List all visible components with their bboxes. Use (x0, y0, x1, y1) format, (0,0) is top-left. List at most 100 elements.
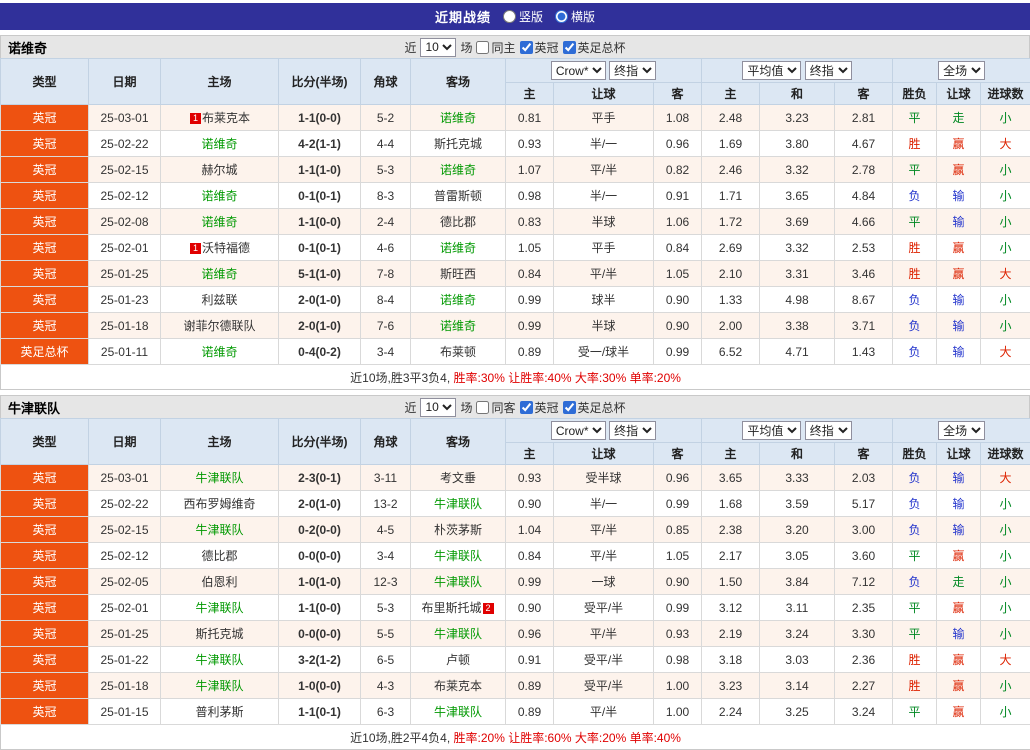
team-name-link[interactable]: 牛津联队 (434, 627, 482, 641)
team-name-link[interactable]: 诺维奇 (201, 215, 237, 229)
summary-stats: 胜率:30% 让胜率:40% 大率:30% 单率:20% (450, 371, 681, 385)
avg-draw: 3.69 (760, 209, 835, 235)
match-row: 英冠25-01-18牛津联队1-0(0-0)4-3布莱克本0.89受平/半1.0… (1, 673, 1030, 699)
team-name-link[interactable]: 朴茨茅斯 (434, 523, 482, 537)
score-link[interactable]: 1-1(0-0) (279, 209, 361, 235)
score-link[interactable]: 2-3(0-1) (279, 465, 361, 491)
match-row: 英冠25-01-25斯托克城0-0(0-0)5-5牛津联队0.96平/半0.93… (1, 621, 1030, 647)
team-name-link[interactable]: 考文垂 (440, 471, 476, 485)
filter-fa-cup[interactable]: 英足总杯 (563, 39, 626, 56)
team-name-link[interactable]: 诺维奇 (440, 163, 476, 177)
team-name-link[interactable]: 诺维奇 (440, 111, 476, 125)
odds-stage-select[interactable]: 终指 (609, 421, 656, 440)
score-link[interactable]: 1-0(0-0) (279, 673, 361, 699)
score-link[interactable]: 1-0(1-0) (279, 569, 361, 595)
score-link[interactable]: 0-1(0-1) (279, 183, 361, 209)
same-home-checkbox[interactable] (476, 41, 489, 54)
recent-count-select[interactable]: 10 (420, 398, 456, 417)
team-name-link[interactable]: 牛津联队 (434, 497, 482, 511)
filter-same-home[interactable]: 同主 (476, 39, 515, 56)
avg-stage-select[interactable]: 终指 (805, 421, 852, 440)
layout-option-horizontal[interactable]: 横版 (555, 8, 595, 25)
league-badge: 英冠 (1, 621, 89, 647)
score-link[interactable]: 0-4(0-2) (279, 339, 361, 365)
team-name-link[interactable]: 利兹联 (201, 293, 237, 307)
vertical-layout-radio[interactable] (503, 10, 516, 23)
bookmaker-select[interactable]: Crow* (551, 421, 606, 440)
team-name-link[interactable]: 诺维奇 (201, 189, 237, 203)
team-name-link[interactable]: 布莱克本 (202, 111, 250, 125)
odds-stage-select[interactable]: 终指 (609, 61, 656, 80)
filter-championship[interactable]: 英冠 (520, 399, 559, 416)
filter-same-away[interactable]: 同客 (476, 399, 515, 416)
layout-option-vertical[interactable]: 竖版 (503, 8, 543, 25)
bookmaker-select[interactable]: Crow* (551, 61, 606, 80)
match-date: 25-02-22 (89, 491, 161, 517)
team-name-link[interactable]: 普利茅斯 (195, 705, 243, 719)
fa-cup-checkbox[interactable] (563, 41, 576, 54)
team-name-link[interactable]: 德比郡 (201, 549, 237, 563)
team-name-link[interactable]: 诺维奇 (440, 293, 476, 307)
team-name-link[interactable]: 斯旺西 (440, 267, 476, 281)
team-name-link[interactable]: 西布罗姆维奇 (183, 497, 255, 511)
summary-record: 近10场,胜3平3负4, (350, 371, 450, 385)
team-name-link[interactable]: 卢顿 (446, 653, 470, 667)
match-rows: 英冠25-03-011布莱克本1-1(0-0)5-2诺维奇0.81平手1.082… (1, 105, 1030, 365)
score-link[interactable]: 1-1(1-0) (279, 157, 361, 183)
championship-checkbox[interactable] (520, 41, 533, 54)
team-name-link[interactable]: 诺维奇 (201, 267, 237, 281)
score-link[interactable]: 2-0(1-0) (279, 287, 361, 313)
score-link[interactable]: 0-0(0-0) (279, 621, 361, 647)
horizontal-layout-radio[interactable] (555, 10, 568, 23)
team-name-link[interactable]: 诺维奇 (440, 241, 476, 255)
score-link[interactable]: 1-1(0-0) (279, 105, 361, 131)
team-name-link[interactable]: 牛津联队 (195, 523, 243, 537)
team-name-link[interactable]: 布莱克本 (434, 679, 482, 693)
team-name-link[interactable]: 伯恩利 (201, 575, 237, 589)
team-name-link[interactable]: 牛津联队 (195, 653, 243, 667)
scope-select[interactable]: 全场 (938, 421, 985, 440)
score-link[interactable]: 2-0(1-0) (279, 491, 361, 517)
score-link[interactable]: 4-2(1-1) (279, 131, 361, 157)
score-link[interactable]: 0-1(0-1) (279, 235, 361, 261)
team-name-link[interactable]: 诺维奇 (201, 345, 237, 359)
team-name-link[interactable]: 诺维奇 (201, 137, 237, 151)
score-link[interactable]: 5-1(1-0) (279, 261, 361, 287)
score-link[interactable]: 0-0(0-0) (279, 543, 361, 569)
team-name-link[interactable]: 沃特福德 (202, 241, 250, 255)
score-link[interactable]: 3-2(1-2) (279, 647, 361, 673)
score-link[interactable]: 2-0(1-0) (279, 313, 361, 339)
team-name-link[interactable]: 斯托克城 (195, 627, 243, 641)
fa-cup-checkbox[interactable] (563, 401, 576, 414)
team-name-link[interactable]: 谢菲尔德联队 (183, 319, 255, 333)
team-name-link[interactable]: 牛津联队 (434, 549, 482, 563)
team-name-link[interactable]: 普雷斯顿 (434, 189, 482, 203)
team-name-link[interactable]: 德比郡 (440, 215, 476, 229)
filter-fa-cup[interactable]: 英足总杯 (563, 399, 626, 416)
odds-home: 0.90 (506, 595, 554, 621)
score-link[interactable]: 1-1(0-1) (279, 699, 361, 725)
average-select[interactable]: 平均值 (742, 61, 801, 80)
team-name-link[interactable]: 赫尔城 (201, 163, 237, 177)
avg-stage-select[interactable]: 终指 (805, 61, 852, 80)
same-away-checkbox[interactable] (476, 401, 489, 414)
score-link[interactable]: 1-1(0-0) (279, 595, 361, 621)
team-name-link[interactable]: 布里斯托城 (421, 601, 481, 615)
team-name-link[interactable]: 布莱顿 (440, 345, 476, 359)
championship-checkbox[interactable] (520, 401, 533, 414)
team-name-link[interactable]: 牛津联队 (195, 471, 243, 485)
team-name-link[interactable]: 牛津联队 (434, 575, 482, 589)
recent-count-select[interactable]: 10 (420, 38, 456, 57)
team-name-link[interactable]: 诺维奇 (440, 319, 476, 333)
filter-championship[interactable]: 英冠 (520, 39, 559, 56)
scope-select[interactable]: 全场 (938, 61, 985, 80)
result-outcome: 负 (893, 339, 937, 365)
average-select[interactable]: 平均值 (742, 421, 801, 440)
score-link[interactable]: 0-2(0-0) (279, 517, 361, 543)
team-name-link[interactable]: 牛津联队 (434, 705, 482, 719)
team-name-link[interactable]: 牛津联队 (195, 679, 243, 693)
match-row: 英冠25-02-15赫尔城1-1(1-0)5-3诺维奇1.07平/半0.822.… (1, 157, 1030, 183)
team-name-link[interactable]: 牛津联队 (195, 601, 243, 615)
team-name-link[interactable]: 斯托克城 (434, 137, 482, 151)
avg-draw: 3.24 (760, 621, 835, 647)
